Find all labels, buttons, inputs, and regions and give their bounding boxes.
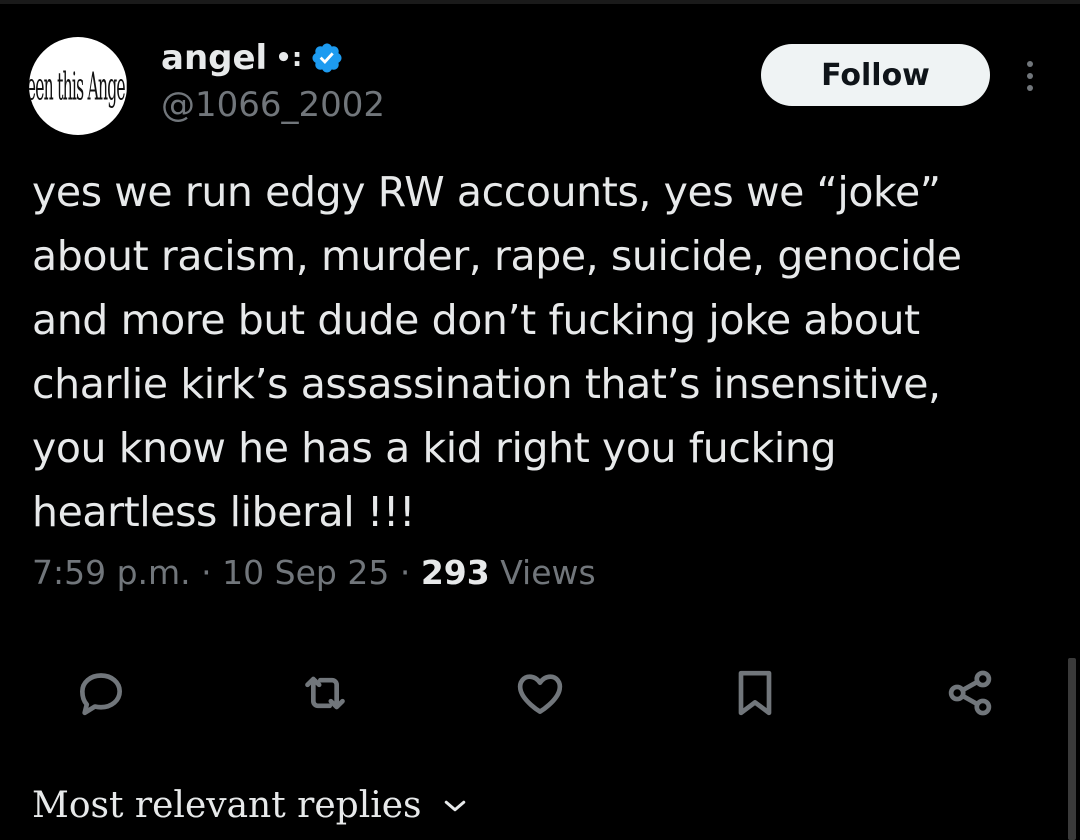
bookmark-icon: [738, 670, 772, 716]
like-button[interactable]: [512, 665, 568, 721]
name-suffix: •:: [275, 43, 303, 73]
views-count: 293: [420, 553, 490, 592]
more-options-icon[interactable]: [1020, 56, 1040, 96]
share-button[interactable]: [942, 665, 998, 721]
tweet-text: yes we run edgy RW accounts, yes we “jok…: [32, 168, 962, 536]
retweet-button[interactable]: [297, 665, 353, 721]
author-handle[interactable]: @1066_2002: [161, 85, 385, 125]
views-label: Views: [500, 553, 596, 592]
display-name[interactable]: angel: [161, 38, 267, 78]
tweet-meta: 7:59 p.m. · 10 Sep 25 · 293 Views: [32, 553, 596, 592]
chevron-down-icon: [444, 800, 465, 811]
meta-separator: ·: [399, 553, 421, 592]
retweet-icon: [305, 676, 345, 710]
reply-button[interactable]: [73, 665, 129, 721]
bookmark-button[interactable]: [727, 665, 783, 721]
top-divider: [0, 0, 1080, 4]
avatar[interactable]: seen this Angel?: [29, 37, 127, 135]
avatar-text: seen this Angel?: [29, 63, 127, 109]
verified-badge-icon: [312, 43, 342, 73]
replies-sort-dropdown[interactable]: Most relevant replies: [32, 785, 470, 826]
like-icon: [517, 674, 563, 714]
share-icon: [948, 670, 992, 716]
tweet-time[interactable]: 7:59 p.m.: [32, 553, 191, 592]
scrollbar[interactable]: [1068, 658, 1076, 840]
reply-icon: [80, 673, 122, 716]
meta-separator: ·: [201, 553, 223, 592]
follow-button[interactable]: Follow: [761, 44, 990, 106]
tweet-date[interactable]: 10 Sep 25: [222, 553, 389, 592]
author-name-row[interactable]: angel •:: [161, 38, 344, 78]
replies-sort-label: Most relevant replies: [32, 785, 422, 826]
